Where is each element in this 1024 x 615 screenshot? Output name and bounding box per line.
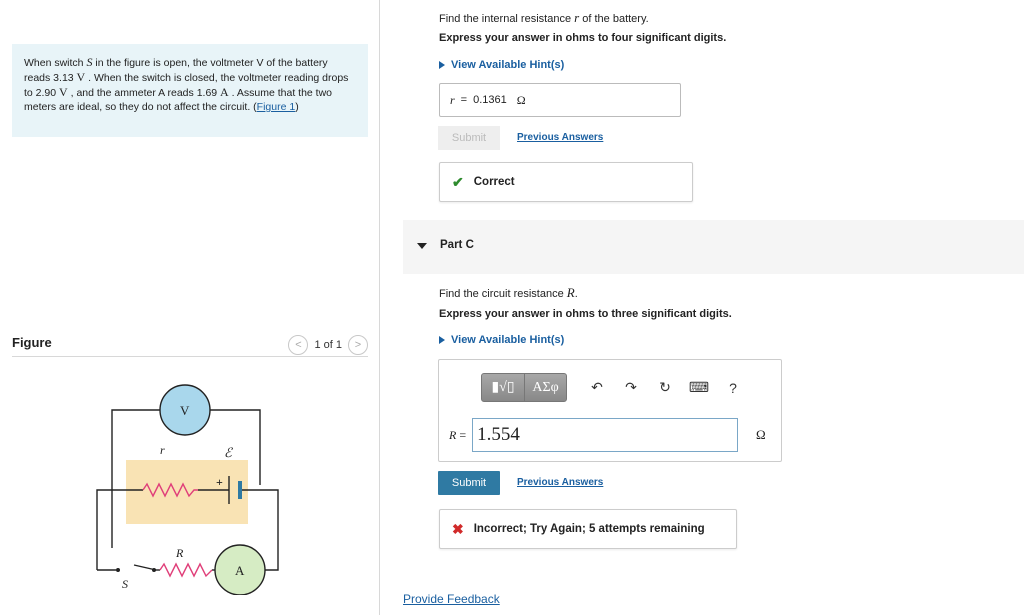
- problem-pane: When switch S in the figure is open, the…: [0, 0, 380, 615]
- partB-submit-button[interactable]: Submit: [438, 126, 500, 150]
- prev-figure-button[interactable]: <: [288, 335, 309, 355]
- provide-feedback-link[interactable]: Provide Feedback: [403, 592, 500, 606]
- partC-feedback-text: Incorrect; Try Again; 5 attempts remaini…: [473, 523, 705, 535]
- partB-instruction: Express your answer in ohms to four sign…: [439, 32, 727, 44]
- keyboard-icon[interactable]: ⌨: [687, 376, 711, 400]
- problem-text-1: When switch: [24, 57, 87, 69]
- math-answer-editor: ▮√▯ ΑΣφ ↶ ↷ ↻ ⌨ ? R = 1.554: [438, 359, 782, 462]
- problem-text-6: ): [295, 101, 299, 113]
- ammeter-label: A: [235, 563, 245, 578]
- partC-feedback: ✖ Incorrect; Try Again; 5 attempts remai…: [439, 509, 737, 549]
- problem-text-4: , and the ammeter A reads 1.69: [67, 87, 221, 99]
- partB-hints-link[interactable]: View Available Hint(s): [439, 59, 564, 71]
- expand-triangle-icon: [439, 336, 445, 344]
- partC-hints-label: View Available Hint(s): [451, 334, 565, 346]
- partB-answer-var: r: [450, 92, 455, 107]
- partC-prompt-end: .: [574, 288, 578, 300]
- math-toolbar: ▮√▯ ΑΣφ ↶ ↷ ↻ ⌨ ?: [481, 373, 745, 402]
- figure-page-count: 1 of 1: [314, 339, 342, 351]
- partC-label: Part C: [440, 239, 474, 251]
- undo-icon[interactable]: ↶: [585, 376, 609, 400]
- answer-input[interactable]: 1.554: [472, 418, 739, 452]
- partB-prompt: Find the internal resistance r of the ba…: [439, 10, 649, 26]
- next-figure-button[interactable]: >: [348, 335, 368, 355]
- partC-header[interactable]: Part C: [403, 220, 1024, 274]
- partB-answer-display: r = 0.1361 Ω: [439, 83, 681, 117]
- partB-prompt-end: of the battery.: [579, 13, 649, 25]
- external-resistor: [159, 562, 213, 578]
- partB-feedback: ✔ Correct: [439, 162, 693, 202]
- help-icon[interactable]: ?: [721, 376, 745, 400]
- answer-input-var: R: [449, 427, 457, 442]
- battery-plate-short: [238, 481, 242, 499]
- circuit-diagram: + V A r ℰ R S: [96, 384, 279, 595]
- partB-previous-answers-link[interactable]: Previous Answers: [517, 132, 603, 143]
- chevron-right-icon: >: [354, 339, 362, 351]
- answer-unit: Ω: [756, 427, 766, 442]
- figure-pager: < 1 of 1 >: [288, 335, 368, 355]
- internal-resistance-label: r: [160, 443, 165, 457]
- partC-previous-answers-link[interactable]: Previous Answers: [517, 477, 603, 488]
- figure-link[interactable]: Figure 1: [257, 101, 296, 113]
- partC-prompt-var: R: [566, 285, 575, 300]
- partB-answer-unit: Ω: [516, 92, 526, 107]
- partB-hints-label: View Available Hint(s): [451, 59, 565, 71]
- partC-prompt-text: Find the circuit resistance: [439, 288, 567, 300]
- partC-hints-link[interactable]: View Available Hint(s): [439, 334, 564, 346]
- emf-label: ℰ: [224, 445, 233, 460]
- answer-input-eq: =: [459, 427, 467, 442]
- x-mark-icon: ✖: [452, 520, 464, 537]
- switch-label: S: [122, 577, 128, 591]
- greek-symbols-button[interactable]: ΑΣφ: [524, 374, 566, 401]
- reset-icon[interactable]: ↻: [653, 376, 677, 400]
- answer-input-row: R = 1.554: [449, 418, 739, 452]
- unit-volts-2: V: [59, 85, 68, 99]
- answer-pane: Find the internal resistance r of the ba…: [381, 0, 1024, 615]
- partB-prompt-text: Find the internal resistance: [439, 13, 575, 25]
- switch-contact-left: [116, 568, 120, 572]
- template-group: ▮√▯ ΑΣφ: [481, 373, 567, 402]
- partC-submit-button[interactable]: Submit: [438, 471, 500, 495]
- partC-prompt: Find the circuit resistance R.: [439, 285, 578, 301]
- unit-amps: A: [220, 85, 229, 99]
- checkmark-icon: ✔: [452, 173, 464, 190]
- resistor-label: R: [175, 546, 184, 560]
- battery-plus-sign: +: [216, 475, 223, 489]
- partB-answer-value: 0.1361: [473, 94, 507, 106]
- chevron-left-icon: <: [295, 339, 302, 351]
- templates-button[interactable]: ▮√▯: [482, 374, 524, 401]
- voltmeter-label: V: [180, 403, 190, 418]
- partC-instruction: Express your answer in ohms to three sig…: [439, 308, 732, 320]
- answer-input-label: R =: [449, 428, 466, 443]
- figure-title: Figure: [12, 335, 52, 350]
- switch-contact-right: [152, 568, 156, 572]
- partB-answer-eq: =: [460, 94, 468, 106]
- partB-feedback-text: Correct: [473, 176, 515, 188]
- expand-triangle-icon: [439, 61, 445, 69]
- figure-header: Figure < 1 of 1 >: [12, 333, 368, 357]
- unit-volts-1: V: [76, 70, 86, 84]
- redo-icon[interactable]: ↷: [619, 376, 643, 400]
- problem-statement: When switch S in the figure is open, the…: [12, 44, 368, 137]
- collapse-triangle-icon: [417, 243, 427, 249]
